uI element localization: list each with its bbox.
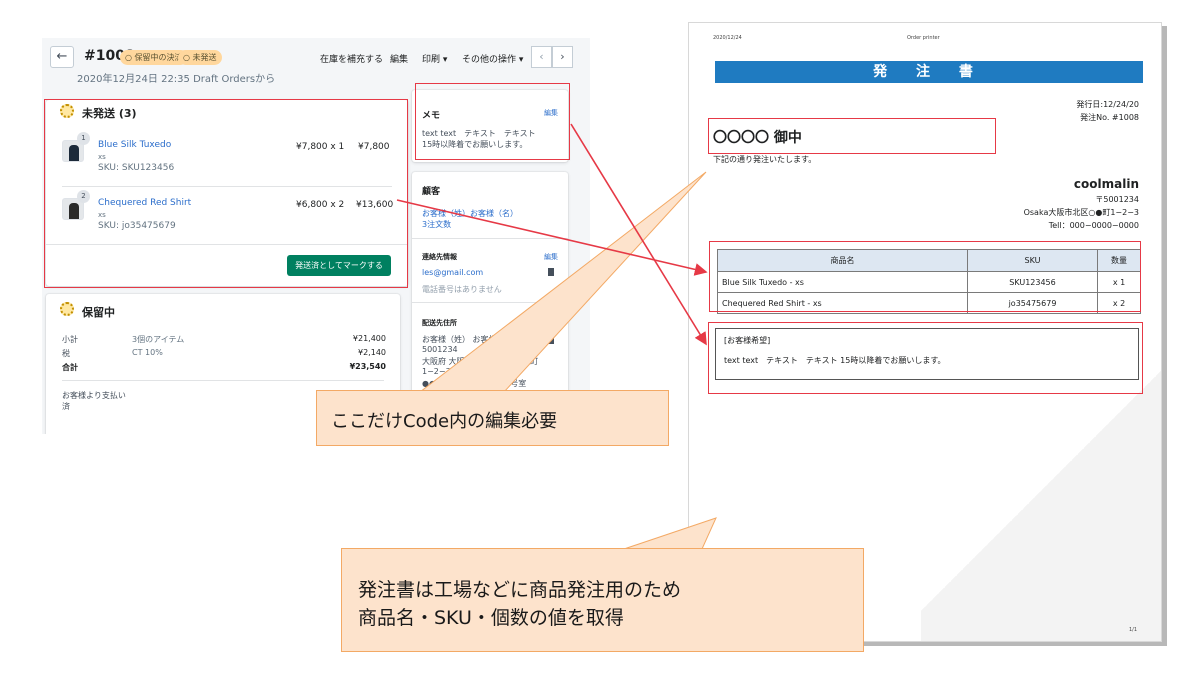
customer-phone: 電話番号はありません	[422, 285, 502, 294]
order-date: 2020年12月24日 22:35 Draft Ordersから	[77, 74, 276, 85]
customer-title: 顧客	[422, 187, 441, 197]
chevron-left-icon: ‹	[539, 50, 544, 63]
customer-orders-link[interactable]: 3注文数	[422, 219, 451, 230]
large-callout-line-1: 発注書は工場などに商品発注用のため	[358, 579, 682, 601]
arrow-memo-to-request	[570, 123, 707, 346]
highlight-addressee	[708, 118, 996, 154]
shipping-line: お客様（姓） お客様（名）	[422, 335, 521, 344]
contact-edit-link[interactable]: 編集	[544, 252, 558, 262]
company-name: coolmalin	[1073, 177, 1139, 191]
tax-label: 税	[62, 349, 70, 358]
chevron-right-icon: ›	[560, 50, 565, 63]
paid-status: 済	[62, 402, 70, 411]
arrow-left-icon: ←	[56, 49, 68, 64]
edit-button[interactable]: 編集	[390, 52, 408, 65]
tax-detail: CT 10%	[132, 348, 163, 357]
next-order-button[interactable]: ›	[552, 46, 573, 68]
total-value: ¥23,540	[349, 362, 386, 371]
fulfillment-status-badge: ○ 未発送	[178, 50, 222, 65]
fulfillment-status-label: 未発送	[192, 53, 217, 62]
company-address: Osaka大阪市北区○●町1−2−3	[1023, 208, 1139, 217]
paid-by-customer-label: お客様より支払い	[62, 391, 126, 400]
small-callout-text: ここだけCode内の編集必要	[331, 411, 558, 432]
highlight-line-items	[44, 99, 408, 288]
document-title: 発 注 書	[715, 61, 1143, 83]
pending-status-icon	[60, 302, 74, 316]
subtotal-value: ¥21,400	[352, 334, 386, 343]
customer-email-link[interactable]: les@gmail.com	[422, 268, 483, 277]
large-callout-line-2: 商品名・SKU・個数の値を取得	[358, 607, 624, 629]
pending-title: 保留中	[82, 306, 115, 319]
company-postal: 〒5001234	[1095, 195, 1139, 204]
small-callout: ここだけCode内の編集必要	[316, 390, 669, 446]
print-menu[interactable]: 印刷 ▾	[422, 52, 447, 65]
subtotal-label: 小計	[62, 335, 78, 344]
print-header: Order printer	[907, 35, 940, 41]
tax-value: ¥2,140	[358, 348, 386, 357]
highlight-items-table	[709, 241, 1141, 312]
more-actions-menu[interactable]: その他の操作 ▾	[462, 52, 523, 65]
clipboard-icon[interactable]	[548, 336, 554, 344]
page-number: 1/1	[1128, 627, 1137, 633]
po-number: 発注No. #1008	[1080, 113, 1139, 122]
intro-text: 下記の通り発注いたします。	[713, 155, 817, 164]
customer-name-link[interactable]: お客様（姓）お客様（名）	[422, 208, 518, 219]
back-button[interactable]: ←	[50, 46, 74, 68]
large-callout: 発注書は工場などに商品発注用のため 商品名・SKU・個数の値を取得	[341, 548, 864, 652]
print-date: 2020/12/24	[713, 35, 742, 41]
shipping-edit-link[interactable]: 編集	[544, 318, 558, 328]
restock-button[interactable]: 在庫を補充する	[320, 52, 383, 65]
company-tel: Tell：000−0000−0000	[1048, 221, 1139, 230]
divider	[62, 380, 384, 381]
subtotal-detail: 3個のアイテム	[132, 335, 185, 344]
total-label: 合計	[62, 363, 78, 372]
prev-order-button[interactable]: ‹	[531, 46, 552, 68]
divider	[412, 302, 568, 303]
shipping-title: 配送先住所	[422, 319, 457, 327]
shipping-line: 5001234	[422, 345, 458, 354]
divider	[412, 238, 568, 239]
contact-title: 連絡先情報	[422, 253, 457, 261]
highlight-request	[708, 322, 1143, 394]
payment-status-label: 保留中の決済	[134, 53, 183, 62]
issue-date: 発行日:12/24/20	[1076, 100, 1139, 109]
clipboard-icon[interactable]	[548, 268, 554, 276]
highlight-memo	[415, 83, 570, 160]
shipping-line: ●●●●マンション1008号室	[422, 379, 527, 388]
shipping-line: 大阪府 大阪府大阪市 港区〇●町	[422, 357, 539, 366]
shipping-line: 1−2−3	[422, 367, 451, 376]
